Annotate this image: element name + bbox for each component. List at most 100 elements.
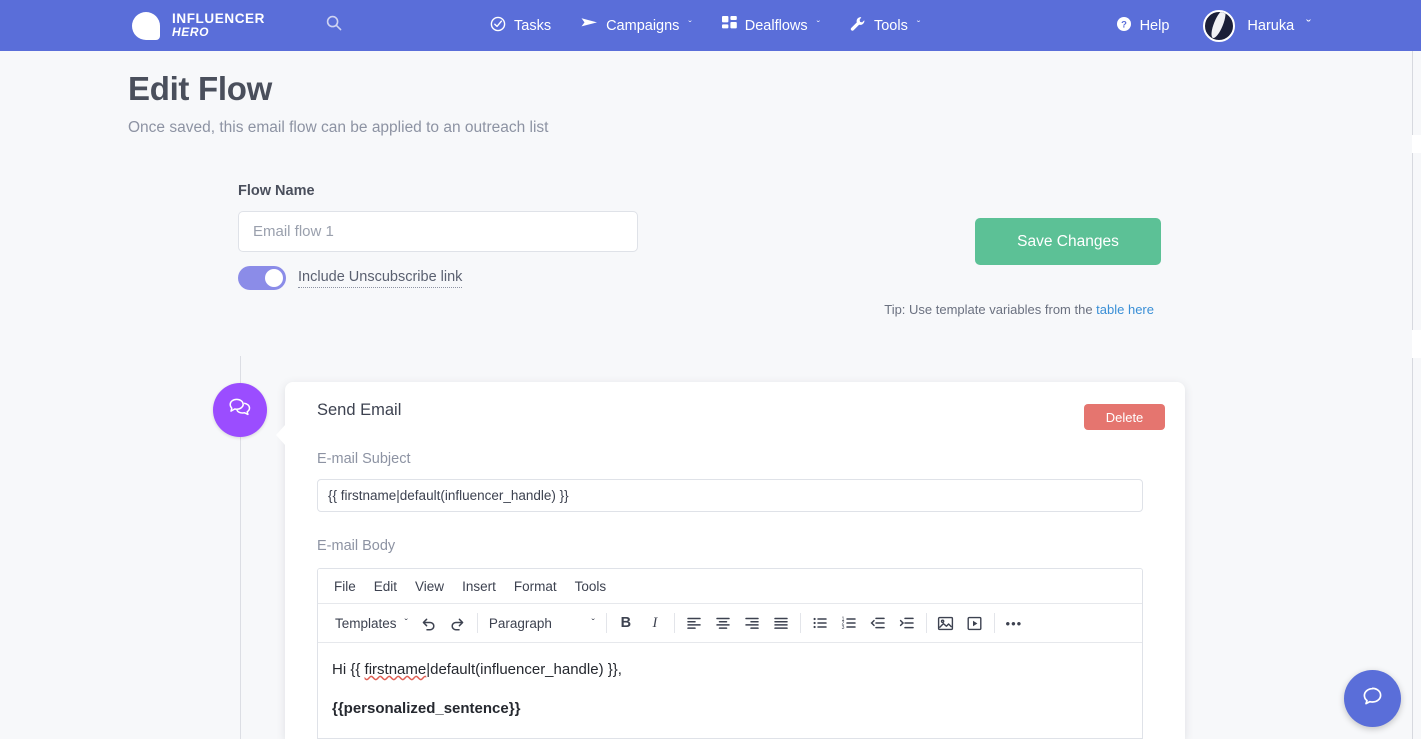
greeting-prefix: Hi {{	[332, 661, 365, 678]
help-chat-launcher-button[interactable]	[1344, 670, 1401, 727]
table-here-link[interactable]: table here	[1096, 302, 1154, 317]
question-circle-icon: ?	[1116, 16, 1132, 36]
indent-icon[interactable]	[893, 609, 921, 637]
nav-item-dealflows[interactable]: Dealflows ˇ	[722, 16, 820, 35]
email-body-content[interactable]: Hi {{ firstname|default(influencer_handl…	[318, 643, 1142, 739]
menu-format[interactable]: Format	[506, 575, 565, 598]
numbered-list-icon[interactable]: 1 2 3	[835, 609, 863, 637]
italic-icon[interactable]: I	[641, 609, 669, 637]
bullet-list-icon[interactable]	[806, 609, 834, 637]
include-unsubscribe-label: Include Unscubscribe link	[298, 269, 462, 288]
check-circle-icon	[490, 16, 506, 36]
block-format-label: Paragraph	[489, 616, 552, 631]
block-format-dropdown[interactable]: Paragraph ˇ	[483, 609, 601, 637]
align-center-icon[interactable]	[709, 609, 737, 637]
chat-bubble-icon	[1360, 684, 1385, 714]
greeting-spellcheck-word: firstname	[365, 661, 427, 678]
chevron-down-icon: ˇ	[405, 618, 408, 629]
toolbar-group-media	[927, 609, 994, 637]
include-unsubscribe-toggle[interactable]	[238, 266, 286, 290]
chevron-down-icon: ˇ	[1306, 18, 1311, 34]
editor-toolbar: Templates ˇ	[318, 604, 1142, 643]
user-name-label: Haruka	[1247, 18, 1294, 34]
flow-name-label: Flow Name	[238, 183, 315, 199]
chevron-down-icon: ˇ	[917, 20, 920, 31]
avatar	[1203, 10, 1235, 42]
redo-icon[interactable]	[444, 609, 472, 637]
help-button[interactable]: ? Help	[1116, 16, 1170, 36]
email-body-greeting: Hi {{ firstname|default(influencer_handl…	[332, 659, 1128, 682]
help-label: Help	[1140, 18, 1170, 34]
toolbar-group-align	[675, 609, 800, 637]
email-body-label: E-mail Body	[317, 538, 395, 554]
brand-line-2: HERO	[172, 26, 265, 39]
bold-icon[interactable]: B	[612, 609, 640, 637]
undo-icon[interactable]	[415, 609, 443, 637]
window-right-edge	[1412, 51, 1413, 739]
page-content: Edit Flow Once saved, this email flow ca…	[0, 51, 1413, 739]
align-justify-icon[interactable]	[767, 609, 795, 637]
comments-icon	[227, 395, 253, 426]
card-title-send-email: Send Email	[317, 401, 401, 420]
greeting-suffix: |default(influencer_handle) }},	[426, 661, 622, 678]
editor-menubar: File Edit View Insert Format Tools	[318, 569, 1142, 604]
toolbar-group-block: Paragraph ˇ	[478, 609, 606, 637]
toolbar-group-templates: Templates ˇ	[324, 609, 477, 637]
template-variables-tip: Tip: Use template variables from the tab…	[884, 302, 1154, 317]
nav-item-tools[interactable]: Tools ˇ	[850, 16, 920, 36]
align-left-icon[interactable]	[680, 609, 708, 637]
email-subject-label: E-mail Subject	[317, 451, 410, 467]
svg-text:?: ?	[1121, 19, 1127, 30]
svg-text:3: 3	[841, 625, 844, 631]
save-changes-button[interactable]: Save Changes	[975, 218, 1161, 265]
user-menu[interactable]: Haruka ˇ	[1203, 10, 1311, 42]
search-icon[interactable]	[325, 14, 343, 37]
tip-text: Tip: Use template variables from the	[884, 302, 1096, 317]
menu-tools[interactable]: Tools	[567, 575, 615, 598]
more-options-icon[interactable]: •••	[1000, 609, 1028, 637]
window-edge-notch-top	[1412, 135, 1421, 153]
templates-dropdown[interactable]: Templates ˇ	[329, 609, 414, 637]
nav-label-tasks: Tasks	[514, 18, 551, 34]
flow-name-input[interactable]	[238, 211, 638, 252]
unsubscribe-toggle-row: Include Unscubscribe link	[238, 266, 462, 290]
top-navigation-bar: INFLUENCER HERO Tasks Campaigns ˇ	[0, 0, 1421, 51]
card-pointer-notch	[276, 424, 286, 446]
nav-item-campaigns[interactable]: Campaigns ˇ	[581, 17, 692, 35]
brand-logo-group[interactable]: INFLUENCER HERO	[132, 12, 265, 40]
menu-file[interactable]: File	[326, 575, 364, 598]
wrench-icon	[850, 16, 866, 36]
step-badge-send-email[interactable]	[213, 383, 267, 437]
toolbar-group-style: B I	[607, 609, 674, 637]
chevron-down-icon: ˇ	[688, 20, 691, 31]
outdent-icon[interactable]	[864, 609, 892, 637]
nav-label-dealflows: Dealflows	[745, 18, 808, 34]
nav-label-tools: Tools	[874, 18, 908, 34]
menu-view[interactable]: View	[407, 575, 452, 598]
brand-line-1: INFLUENCER	[172, 12, 265, 27]
brand-text: INFLUENCER HERO	[172, 12, 265, 40]
nav-item-tasks[interactable]: Tasks	[490, 16, 551, 36]
delete-step-button[interactable]: Delete	[1084, 404, 1165, 430]
nav-right-group: ? Help Haruka ˇ	[1116, 0, 1311, 51]
italic-glyph: I	[652, 615, 657, 632]
menu-edit[interactable]: Edit	[366, 575, 405, 598]
influencer-hero-logo-icon	[132, 12, 160, 40]
menu-insert[interactable]: Insert	[454, 575, 504, 598]
templates-label: Templates	[335, 616, 397, 631]
insert-media-icon[interactable]	[961, 609, 989, 637]
bold-glyph: B	[621, 615, 631, 631]
toolbar-group-lists: 1 2 3	[801, 609, 926, 637]
email-subject-input[interactable]	[317, 479, 1143, 512]
chevron-down-icon: ˇ	[817, 20, 820, 31]
window-edge-notch-mid	[1412, 330, 1421, 358]
page-title: Edit Flow	[128, 70, 272, 108]
align-right-icon[interactable]	[738, 609, 766, 637]
toolbar-group-overflow: •••	[995, 609, 1033, 637]
main-menu: Tasks Campaigns ˇ Dealflows ˇ	[490, 0, 920, 51]
grid-icon	[722, 16, 737, 35]
page-subtitle: Once saved, this email flow can be appli…	[128, 119, 548, 137]
insert-image-icon[interactable]	[932, 609, 960, 637]
chevron-down-icon: ˇ	[592, 618, 595, 629]
email-body-personalized-variable: {{personalized_sentence}}	[332, 698, 1128, 721]
